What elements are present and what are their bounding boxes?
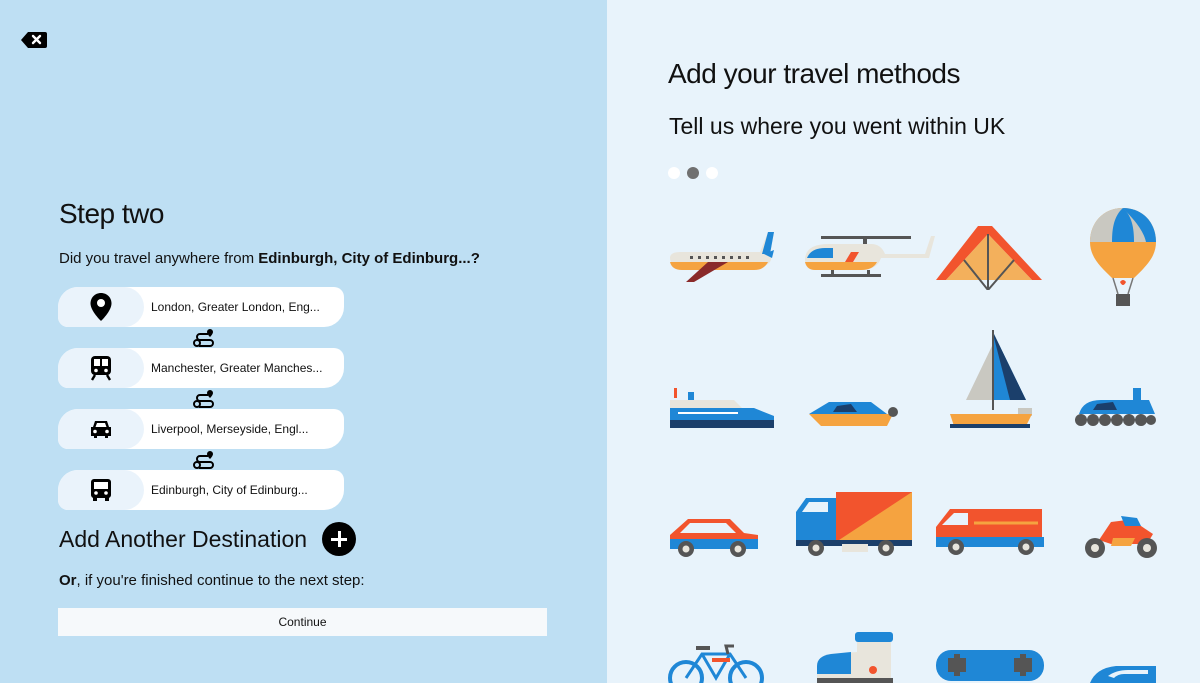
continue-hint-bold: Or [59, 572, 77, 589]
car-icon [91, 421, 111, 438]
route-icon [193, 329, 214, 347]
motorbike-icon[interactable] [1081, 510, 1157, 560]
destination-icon-container [58, 287, 144, 327]
travel-methods-subtitle: Tell us where you went within UK [669, 113, 1006, 139]
add-destination-label: Add Another Destination [59, 525, 308, 552]
continue-hint: Or, if you're finished continue to the n… [59, 572, 365, 589]
scooter-icon[interactable] [1088, 664, 1158, 683]
destination-item[interactable]: Manchester, Greater Manches... [58, 348, 344, 388]
bicycle-icon[interactable] [668, 640, 764, 683]
continue-hint-text: , if you're finished continue to the nex… [76, 572, 365, 589]
backspace-icon [21, 32, 47, 48]
pager-dot[interactable] [706, 167, 718, 179]
destination-item[interactable]: Liverpool, Merseyside, Engl... [58, 409, 344, 449]
lorry-icon[interactable] [794, 490, 914, 558]
boot-icon[interactable] [811, 630, 895, 683]
car-icon[interactable] [668, 513, 760, 559]
step-panel: Step two Did you travel anywhere from Ed… [0, 0, 607, 683]
airplane-icon[interactable] [668, 228, 776, 286]
route-icon [193, 390, 214, 408]
destination-icon-container [58, 470, 144, 510]
destination-item[interactable]: Edinburgh, City of Edinburg... [58, 470, 344, 510]
origin-question: Did you travel anywhere from Edinburgh, … [59, 250, 480, 267]
add-destination-row: Add Another Destination [59, 522, 357, 556]
destination-label: Liverpool, Merseyside, Engl... [151, 422, 309, 436]
destination-icon-container [58, 348, 144, 388]
bus-icon [91, 479, 111, 501]
pager-dots [668, 167, 718, 179]
sailboat-icon[interactable] [948, 328, 1034, 428]
van-icon[interactable] [934, 505, 1046, 557]
destination-label: Edinburgh, City of Edinburg... [151, 483, 308, 497]
origin-location: Edinburgh, City of Edinburg...? [258, 250, 480, 267]
question-prefix: Did you travel anywhere from [59, 250, 259, 267]
pager-dot-active[interactable] [687, 167, 699, 179]
back-button[interactable] [20, 30, 48, 50]
helicopter-icon[interactable] [801, 230, 935, 285]
step-title: Step two [59, 198, 164, 229]
destination-item[interactable]: London, Greater London, Eng... [58, 287, 344, 327]
destination-icon-container [58, 409, 144, 449]
hovercraft-icon[interactable] [1073, 386, 1157, 428]
add-destination-button[interactable] [322, 522, 357, 556]
hang-glider-icon[interactable] [934, 222, 1044, 290]
travel-methods-title: Add your travel methods [668, 58, 961, 89]
destination-label: Manchester, Greater Manches... [151, 361, 323, 375]
hot-air-balloon-icon[interactable] [1088, 206, 1158, 308]
skateboard-icon[interactable] [934, 648, 1046, 683]
continue-button[interactable]: Continue [58, 608, 547, 636]
speedboat-icon[interactable] [807, 398, 899, 428]
destination-label: London, Greater London, Eng... [151, 300, 320, 314]
ferry-icon[interactable] [668, 386, 774, 428]
route-icon [193, 451, 214, 469]
map-pin-icon [90, 293, 112, 321]
travel-methods-panel: Add your travel methods Tell us where yo… [607, 0, 1200, 683]
pager-dot[interactable] [668, 167, 680, 179]
train-icon [90, 356, 112, 381]
